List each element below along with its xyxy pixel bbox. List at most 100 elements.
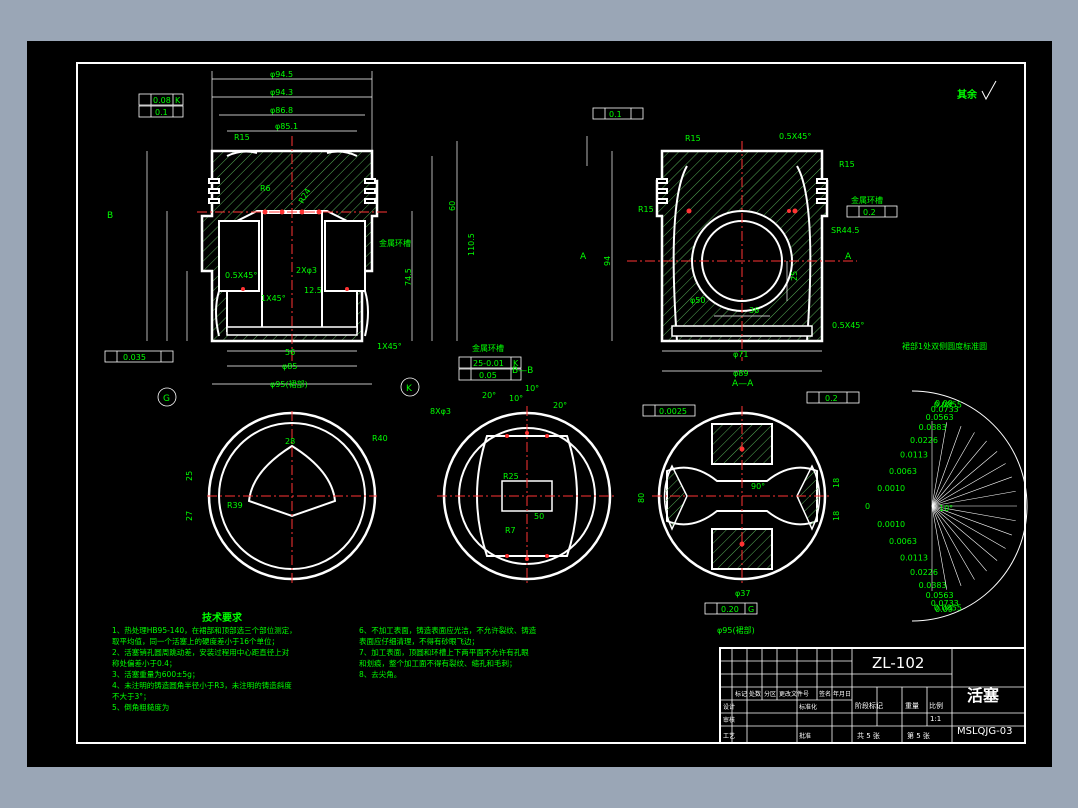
roughness-note: 其余 [957, 88, 978, 101]
bottom-view-1: 28 R40 R39 25 27 [185, 411, 388, 586]
svg-text:G: G [748, 605, 754, 614]
ring-value: 0.0563 [926, 413, 954, 422]
ring-angle: 10° [939, 504, 953, 513]
svg-text:R7: R7 [505, 526, 516, 535]
ring-value: 0.0226 [910, 436, 938, 445]
tech-line: 4、未注明的铸造圆角半径小于R3，未注明的铸造斜度 [112, 680, 292, 690]
tech-line: 7、加工表面，顶圆和环槽上下两平面不允许有孔眼 [359, 647, 529, 657]
svg-text:1X45°: 1X45° [377, 342, 402, 351]
ring-value: 0.0010 [877, 484, 905, 493]
svg-text:10°: 10° [509, 394, 523, 403]
svg-text:φ71: φ71 [733, 350, 748, 359]
svg-text:0.5X45°: 0.5X45° [225, 271, 257, 280]
svg-text:审核: 审核 [723, 716, 735, 724]
svg-text:工艺: 工艺 [723, 732, 735, 740]
svg-text:裙部1处双侧圆度标准圆: 裙部1处双侧圆度标准圆 [902, 341, 987, 351]
tech-line: 取平均值，同一个活塞上的硬度差小于16个单位； [112, 636, 279, 646]
tech-title: 技术要求 [202, 611, 243, 624]
right-section-view: R15 0.5X45° R15 R15 SR44.5 94 φ50 36 25 … [580, 107, 987, 378]
tech-line: 称处偏差小于0.4； [112, 658, 176, 668]
svg-text:0.0025: 0.0025 [659, 407, 687, 416]
tech-right: 6、不加工表面，铸造表面应光洁，不允许裂纹、铸造 表面应仔细清理，不得有砂眼飞边… [359, 625, 537, 679]
tech-line: 5、倒角粗糙度为 [112, 702, 169, 712]
svg-text:SR44.5: SR44.5 [831, 226, 859, 235]
svg-text:标准化: 标准化 [799, 703, 817, 711]
ring-value: 0.0010 [877, 520, 905, 529]
svg-text:2Xφ3: 2Xφ3 [296, 266, 317, 275]
svg-text:分区: 分区 [764, 690, 776, 698]
svg-text:B—B: B—B [512, 366, 533, 376]
svg-text:R6: R6 [260, 184, 271, 193]
ring-value: 0.0113 [900, 451, 928, 460]
svg-text:φ94.3: φ94.3 [270, 88, 293, 97]
tech-line: 8、去尖角。 [359, 669, 401, 679]
svg-text:G: G [163, 394, 170, 404]
svg-text:8Xφ3: 8Xφ3 [430, 407, 451, 416]
svg-text:重量: 重量 [905, 702, 919, 710]
svg-text:20°: 20° [553, 401, 567, 410]
drawing-sheet: 其余 φ94.5 φ94.3 φ86.8 φ85.1 R15 R6 R24 0.… [27, 41, 1052, 767]
svg-text:R40: R40 [372, 434, 388, 443]
svg-text:设计: 设计 [723, 703, 735, 711]
svg-text:0.1: 0.1 [609, 110, 622, 119]
svg-text:1:1: 1:1 [930, 715, 941, 723]
svg-text:27: 27 [185, 511, 194, 521]
svg-text:年月日: 年月日 [833, 690, 851, 698]
svg-text:18: 18 [832, 511, 841, 521]
tech-line: 6、不加工表面，铸造表面应光洁，不允许裂纹、铸造 [359, 625, 537, 635]
svg-text:A: A [845, 252, 852, 262]
svg-text:φ89: φ89 [733, 369, 748, 378]
ring-value: 0.0063 [889, 467, 917, 476]
svg-text:比例: 比例 [929, 701, 943, 710]
svg-text:A: A [580, 252, 587, 262]
ring-value: 0 [865, 502, 870, 511]
svg-text:0.08: 0.08 [153, 96, 171, 105]
tech-line: 2、活塞销孔圆周跳动差，安装过程用中心距直径上对 [112, 647, 290, 657]
svg-text:25-0.01: 25-0.01 [473, 359, 504, 368]
svg-text:110.5: 110.5 [467, 233, 476, 256]
tech-left: 1、热处理HB95-140，在裙部和顶部选三个部位测定， 取平均值，同一个活塞上… [112, 625, 297, 712]
svg-text:28: 28 [285, 437, 295, 446]
svg-text:0.5X45°: 0.5X45° [779, 132, 811, 141]
svg-text:B: B [107, 211, 113, 221]
svg-text:60: 60 [448, 201, 457, 211]
svg-text:80: 80 [637, 493, 646, 503]
svg-text:签名: 签名 [819, 690, 831, 698]
svg-text:94: 94 [603, 256, 612, 266]
svg-text:R15: R15 [685, 134, 701, 143]
ring-value: 0.09 [935, 605, 953, 614]
svg-text:0.035: 0.035 [123, 353, 146, 362]
svg-text:0.1: 0.1 [155, 108, 168, 117]
roughness-symbol [981, 80, 997, 101]
ring-value: 0.0113 [900, 554, 928, 563]
svg-text:φ86.8: φ86.8 [270, 106, 293, 115]
svg-text:18: 18 [832, 478, 841, 488]
svg-text:φ95(裙部): φ95(裙部) [270, 379, 308, 389]
svg-text:R39: R39 [227, 501, 243, 510]
svg-text:1X45°: 1X45° [261, 294, 286, 303]
svg-text:0.20: 0.20 [721, 605, 739, 614]
svg-text:0.5X45°: 0.5X45° [832, 321, 864, 330]
bottom-view-aa: A—A 0.0025 0.2 90° φ37 0.20 G φ95(裙部) 80… [637, 379, 860, 635]
svg-text:50: 50 [534, 512, 544, 521]
ring-value: 0.0226 [910, 568, 938, 577]
cad-drawing: 其余 φ94.5 φ94.3 φ86.8 φ85.1 R15 R6 R24 0.… [76, 62, 1028, 744]
svg-text:ZL-102: ZL-102 [872, 654, 924, 672]
svg-text:0.2: 0.2 [825, 394, 838, 403]
svg-text:0.05: 0.05 [479, 371, 497, 380]
svg-text:MSLQJG-03: MSLQJG-03 [957, 726, 1012, 737]
svg-text:φ37: φ37 [735, 589, 750, 598]
svg-text:K: K [406, 384, 413, 394]
svg-text:56: 56 [285, 348, 295, 357]
svg-text:第 5 张: 第 5 张 [907, 731, 930, 740]
tech-line: 表面应仔细清理，不得有砂眼飞边； [359, 636, 479, 646]
ring-value: 0.0383 [919, 423, 947, 432]
svg-text:φ95(裙部): φ95(裙部) [717, 625, 755, 635]
svg-text:金属环槽: 金属环槽 [851, 195, 883, 205]
svg-text:90°: 90° [751, 482, 765, 491]
left-section-view: φ94.5 φ94.3 φ86.8 φ85.1 R15 R6 R24 0.5X4… [104, 70, 476, 407]
svg-text:金属环槽: 金属环槽 [379, 238, 411, 248]
ring-value: 0.0063 [889, 537, 917, 546]
svg-text:更改文件号: 更改文件号 [779, 690, 809, 698]
svg-text:标记: 标记 [735, 690, 747, 698]
